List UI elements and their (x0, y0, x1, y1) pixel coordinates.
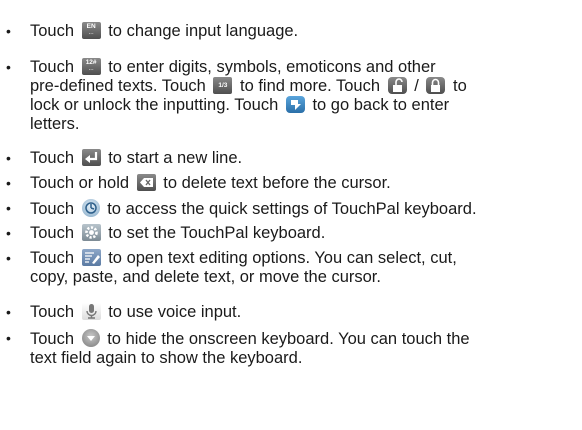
bullet: • (6, 200, 11, 216)
list-item: • Touch to open text editing options. Yo… (6, 249, 457, 286)
enter-key-icon (81, 149, 101, 166)
bullet: • (6, 150, 11, 166)
list-item: • Touch to set the TouchPal keyboard. (6, 224, 326, 242)
list-item: • Touch to hide the onscreen keyboard. Y… (6, 329, 470, 367)
list-item: • Touch or hold to delete text before th… (6, 174, 391, 192)
list-item: • Touch 12#... to enter digits, symbols,… (6, 58, 467, 133)
list-item: • Touch EN... to change input language. (6, 22, 299, 40)
settings-gear-icon (81, 224, 101, 241)
list-item: • Touch to start a new line. (6, 149, 243, 167)
page-more-icon: 1/3 (213, 77, 233, 94)
bullet: • (6, 250, 11, 266)
bullet: • (6, 23, 11, 39)
bullet: • (6, 175, 11, 191)
list-item: • Touch to access the quick settings of … (6, 199, 477, 218)
unlock-icon (387, 77, 407, 94)
hide-keyboard-icon (81, 329, 100, 347)
bullet: • (6, 304, 11, 320)
bullet: • (6, 330, 11, 346)
keyboard-help-document: • Touch EN... to change input language. … (0, 0, 582, 430)
symbol-key-icon: 12#... (81, 58, 101, 75)
microphone-icon (81, 303, 101, 320)
bullet: • (6, 59, 11, 75)
back-icon (285, 96, 305, 113)
text-edit-icon (81, 249, 101, 266)
bullet: • (6, 225, 11, 241)
lock-icon (426, 77, 446, 94)
language-key-icon: EN... (81, 22, 101, 39)
quick-settings-icon (81, 199, 100, 217)
list-item: • Touch to use voice input. (6, 303, 242, 321)
delete-key-icon (136, 174, 156, 191)
